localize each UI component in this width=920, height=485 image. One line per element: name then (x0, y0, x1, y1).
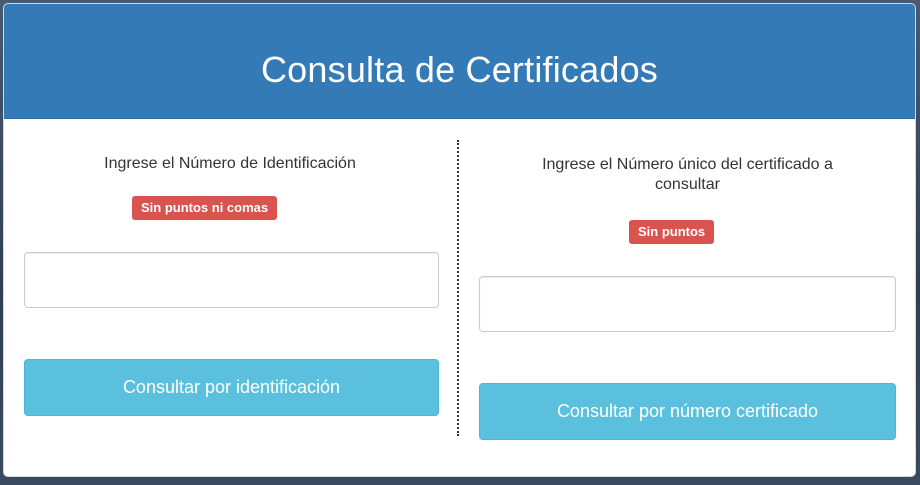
certificate-query-panel: Consulta de Certificados Ingrese el Núme… (3, 3, 916, 477)
certificate-number-label-line2: consultar (655, 176, 720, 193)
section-divider (457, 140, 459, 436)
identification-label: Ingrese el Número de Identificación (104, 155, 356, 172)
search-by-certificate-number-button[interactable]: Consultar por número certificado (479, 383, 896, 440)
identification-input[interactable] (24, 252, 439, 308)
identification-section: Ingrese el Número de Identificación Sin … (4, 119, 456, 476)
identification-hint-badge: Sin puntos ni comas (132, 196, 278, 220)
panel-header: Consulta de Certificados (4, 4, 915, 119)
search-by-identification-button[interactable]: Consultar por identificación (24, 359, 439, 416)
certificate-number-input[interactable] (479, 276, 896, 332)
certificate-number-section: Ingrese el Número único del certificado … (460, 119, 915, 476)
page-title: Consulta de Certificados (260, 49, 658, 90)
certificate-number-label-line1: Ingrese el Número único del certificado … (542, 156, 833, 173)
certificate-number-hint-badge: Sin puntos (629, 220, 715, 244)
